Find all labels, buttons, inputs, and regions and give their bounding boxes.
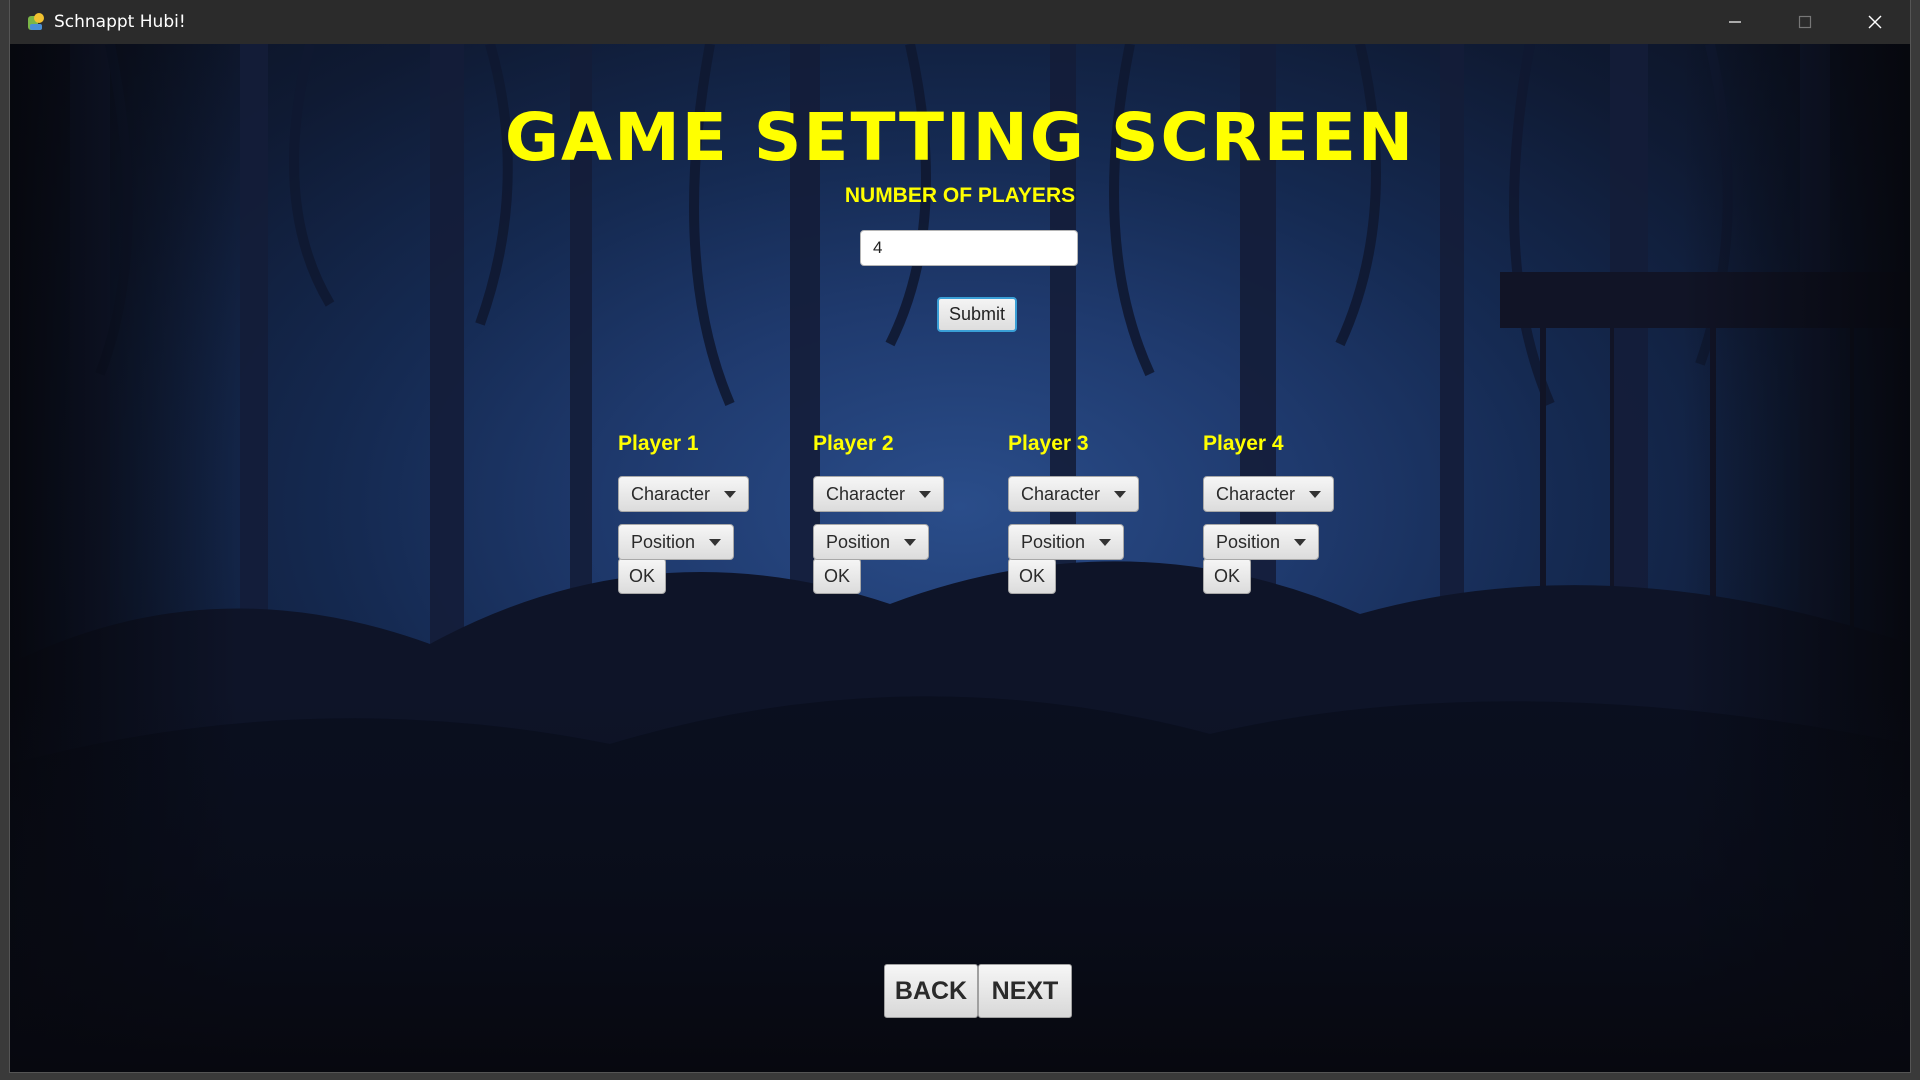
number-of-players-label: NUMBER OF PLAYERS	[844, 184, 1076, 207]
ok-button[interactable]: OK	[618, 558, 666, 594]
chevron-down-icon	[1309, 490, 1322, 498]
app-logo-icon	[26, 12, 46, 32]
chevron-down-icon	[1099, 538, 1112, 546]
game-setting-screen: GAME SETTING SCREEN NUMBER OF PLAYERS 4 …	[10, 44, 1910, 1072]
player-panel-1: Player 1 Character Position OK	[618, 432, 788, 594]
chevron-down-icon	[919, 490, 932, 498]
position-dropdown-label: Position	[1216, 531, 1281, 552]
back-button[interactable]: BACK	[884, 964, 978, 1018]
chevron-down-icon	[904, 538, 917, 546]
minimize-icon	[1729, 21, 1741, 23]
player-label: Player 3	[1008, 432, 1089, 455]
title-bar[interactable]: Schnappt Hubi!	[10, 0, 1910, 44]
player-panel-2: Player 2 Character Position OK	[813, 432, 983, 594]
ok-button[interactable]: OK	[1203, 558, 1251, 594]
position-dropdown[interactable]: Position	[1008, 524, 1125, 560]
chevron-down-icon	[709, 538, 722, 546]
next-button[interactable]: NEXT	[978, 964, 1072, 1018]
close-button[interactable]	[1840, 0, 1910, 44]
number-of-players-input[interactable]: 4	[860, 230, 1078, 266]
page-title: GAME SETTING SCREEN	[504, 99, 1416, 176]
player-panel-3: Player 3 Character Position OK	[1008, 432, 1178, 594]
navigation-buttons: BACK NEXT	[884, 964, 1072, 1018]
close-icon	[1868, 15, 1882, 29]
character-dropdown-label: Character	[826, 483, 906, 504]
ok-button[interactable]: OK	[813, 558, 861, 594]
minimize-button[interactable]	[1700, 0, 1770, 44]
maximize-button[interactable]	[1770, 0, 1840, 44]
number-of-players-value: 4	[873, 238, 883, 257]
character-dropdown[interactable]: Character	[813, 476, 945, 512]
player-label: Player 1	[618, 432, 699, 455]
position-dropdown[interactable]: Position	[618, 524, 735, 560]
player-panel-4: Player 4 Character Position OK	[1203, 432, 1373, 594]
position-dropdown-label: Position	[826, 531, 891, 552]
character-dropdown-label: Character	[1216, 483, 1296, 504]
position-dropdown[interactable]: Position	[1203, 524, 1320, 560]
chevron-down-icon	[1114, 490, 1127, 498]
position-dropdown[interactable]: Position	[813, 524, 930, 560]
ok-button[interactable]: OK	[1008, 558, 1056, 594]
maximize-icon	[1798, 15, 1812, 29]
character-dropdown[interactable]: Character	[1203, 476, 1335, 512]
chevron-down-icon	[1294, 538, 1307, 546]
player-label: Player 2	[813, 432, 894, 455]
character-dropdown-label: Character	[631, 483, 711, 504]
app-window: Schnappt Hubi! GAME SETTING SCREEN NUMBE…	[10, 0, 1910, 1072]
character-dropdown-label: Character	[1021, 483, 1101, 504]
character-dropdown[interactable]: Character	[1008, 476, 1140, 512]
submit-button[interactable]: Submit	[937, 297, 1017, 332]
position-dropdown-label: Position	[631, 531, 696, 552]
position-dropdown-label: Position	[1021, 531, 1086, 552]
window-title: Schnappt Hubi!	[54, 12, 186, 32]
chevron-down-icon	[724, 490, 737, 498]
character-dropdown[interactable]: Character	[618, 476, 750, 512]
player-label: Player 4	[1203, 432, 1284, 455]
